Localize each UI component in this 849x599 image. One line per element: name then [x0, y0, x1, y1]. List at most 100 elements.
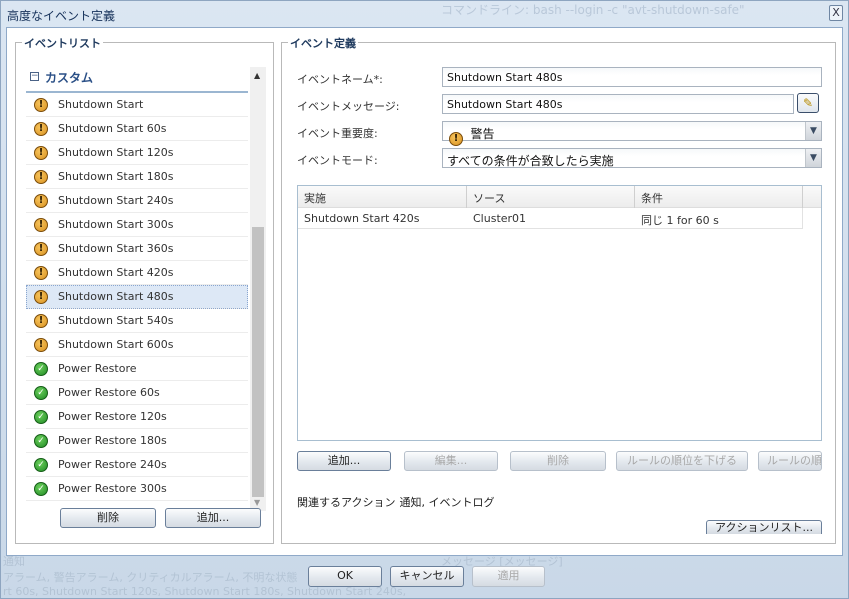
- warning-icon: !: [34, 242, 48, 256]
- list-item[interactable]: ✓ Power Restore 180s: [26, 429, 248, 453]
- cell-source: Cluster01: [473, 212, 527, 225]
- background-window-title: コマンドライン: bash --login -c "avt-shutdown-s…: [441, 3, 745, 17]
- add-rule-button[interactable]: 追加...: [297, 451, 391, 471]
- move-rule-down-button[interactable]: ルールの順位を下げる: [616, 451, 748, 471]
- delete-rule-button[interactable]: 削除: [510, 451, 606, 471]
- column-header-action[interactable]: 実施: [298, 186, 467, 208]
- associated-actions: 関連するアクション 通知, イベントログ: [297, 494, 498, 510]
- list-item-label: Power Restore 60s: [58, 386, 160, 399]
- column-header-condition[interactable]: 条件: [635, 186, 803, 208]
- group-custom[interactable]: − カスタム: [26, 63, 248, 93]
- list-item-label: Shutdown Start 180s: [58, 170, 174, 183]
- event-name-input[interactable]: Shutdown Start 480s: [442, 67, 822, 87]
- chevron-down-icon[interactable]: ▼: [805, 122, 821, 140]
- list-item[interactable]: ! Shutdown Start 60s: [26, 117, 248, 141]
- collapse-icon[interactable]: −: [30, 72, 39, 81]
- cell-action: Shutdown Start 420s: [304, 212, 420, 225]
- close-icon: X: [832, 6, 840, 19]
- list-item-label: Shutdown Start 240s: [58, 194, 174, 207]
- advanced-event-dialog: 高度なイベント定義 コマンドライン: bash --login -c "avt-…: [0, 0, 849, 599]
- edit-message-button[interactable]: ✎: [797, 93, 819, 113]
- check-icon: ✓: [34, 362, 48, 376]
- scroll-up-icon[interactable]: ▲: [254, 71, 260, 80]
- check-icon: ✓: [34, 386, 48, 400]
- list-item[interactable]: ! Shutdown Start 240s: [26, 189, 248, 213]
- event-list-legend: イベントリスト: [22, 35, 103, 51]
- warning-icon: !: [34, 170, 48, 184]
- list-item[interactable]: ✓ Power Restore: [26, 357, 248, 381]
- event-list: ! Shutdown Start! Shutdown Start 60s! Shutd…: [26, 93, 248, 501]
- list-item[interactable]: ✓ Power Restore 120s: [26, 405, 248, 429]
- event-list-panel: イベントリスト − カスタム ! Shutdown Start! Shutdown …: [15, 35, 274, 544]
- list-item[interactable]: ✓ Power Restore 300s: [26, 477, 248, 501]
- warning-icon: !: [34, 314, 48, 328]
- list-item[interactable]: ! Shutdown Start 540s: [26, 309, 248, 333]
- apply-button[interactable]: 適用: [472, 566, 545, 587]
- scroll-down-icon[interactable]: ▼: [254, 498, 260, 507]
- warning-icon: !: [34, 290, 48, 304]
- add-event-button[interactable]: 追加...: [165, 508, 261, 528]
- warning-icon: !: [34, 218, 48, 232]
- list-item[interactable]: ! Shutdown Start 420s: [26, 261, 248, 285]
- event-list-scrollbar[interactable]: ▲ ▼: [250, 67, 266, 511]
- list-item-label: Power Restore 120s: [58, 410, 167, 423]
- list-item[interactable]: ! Shutdown Start: [26, 93, 248, 117]
- scroll-thumb[interactable]: [252, 227, 264, 497]
- warning-icon: !: [449, 132, 463, 146]
- list-item[interactable]: ! Shutdown Start 120s: [26, 141, 248, 165]
- warning-icon: !: [34, 194, 48, 208]
- warning-icon: !: [34, 266, 48, 280]
- list-item[interactable]: ✓ Power Restore 60s: [26, 381, 248, 405]
- dialog-content: イベントリスト − カスタム ! Shutdown Start! Shutdown …: [6, 27, 843, 556]
- list-item-label: Shutdown Start 60s: [58, 122, 167, 135]
- mode-value: すべての条件が合致したら実施: [447, 154, 614, 168]
- table-header: 実施 ソース 条件: [298, 186, 821, 208]
- list-item-label: Shutdown Start 480s: [58, 290, 174, 303]
- list-item-label: Shutdown Start 600s: [58, 338, 174, 351]
- table-row[interactable]: Shutdown Start 420s Cluster01 同じ 1 for 6…: [298, 208, 803, 229]
- move-rule-up-button[interactable]: ルールの順: [758, 451, 822, 471]
- ok-button[interactable]: OK: [308, 566, 382, 587]
- list-item-label: Shutdown Start 540s: [58, 314, 174, 327]
- list-item[interactable]: ! Shutdown Start 300s: [26, 213, 248, 237]
- list-item[interactable]: ! Shutdown Start 600s: [26, 333, 248, 357]
- warning-icon: !: [34, 146, 48, 160]
- associated-actions-value: 通知, イベントログ: [399, 496, 495, 509]
- warning-icon: !: [34, 98, 48, 112]
- check-icon: ✓: [34, 410, 48, 424]
- list-item-label: Power Restore: [58, 362, 137, 375]
- event-severity-select[interactable]: ! 警告 ▼: [442, 121, 822, 146]
- list-item-label: Shutdown Start 120s: [58, 146, 174, 159]
- list-item-label: Shutdown Start 420s: [58, 266, 174, 279]
- list-item-label: Power Restore 300s: [58, 482, 167, 495]
- event-definition-panel: イベント定義 イベントネーム*: Shutdown Start 480s イベン…: [281, 35, 836, 544]
- list-item[interactable]: ! Shutdown Start 180s: [26, 165, 248, 189]
- event-message-input[interactable]: Shutdown Start 480s: [442, 94, 794, 114]
- cell-condition: 同じ 1 for 60 s: [641, 214, 719, 227]
- cancel-button[interactable]: キャンセル: [390, 566, 464, 587]
- event-mode-label: イベントモード:: [297, 154, 378, 167]
- list-item[interactable]: ✓ Power Restore 240s: [26, 453, 248, 477]
- column-header-source[interactable]: ソース: [467, 186, 635, 208]
- group-label: カスタム: [45, 71, 94, 85]
- dialog-title: 高度なイベント定義: [7, 9, 116, 23]
- list-item-label: Shutdown Start 300s: [58, 218, 174, 231]
- event-severity-label: イベント重要度:: [297, 127, 378, 140]
- list-item[interactable]: ! Shutdown Start 480s: [26, 285, 248, 309]
- list-item-label: Shutdown Start: [58, 98, 144, 111]
- event-mode-select[interactable]: すべての条件が合致したら実施 ▼: [442, 148, 822, 168]
- event-name-label: イベントネーム*:: [297, 73, 383, 86]
- check-icon: ✓: [34, 482, 48, 496]
- rules-table: 実施 ソース 条件 Shutdown Start 420s Cluster01 …: [297, 185, 822, 441]
- edit-rule-button[interactable]: 編集...: [404, 451, 498, 471]
- list-item[interactable]: ! Shutdown Start 360s: [26, 237, 248, 261]
- delete-event-button[interactable]: 削除: [60, 508, 156, 528]
- associated-actions-label: 関連するアクション: [297, 496, 396, 509]
- warning-icon: !: [34, 338, 48, 352]
- warning-icon: !: [34, 122, 48, 136]
- chevron-down-icon[interactable]: ▼: [805, 149, 821, 167]
- list-item-label: Power Restore 240s: [58, 458, 167, 471]
- check-icon: ✓: [34, 458, 48, 472]
- action-list-button[interactable]: アクションリスト...: [706, 520, 822, 534]
- close-button[interactable]: X: [829, 5, 843, 21]
